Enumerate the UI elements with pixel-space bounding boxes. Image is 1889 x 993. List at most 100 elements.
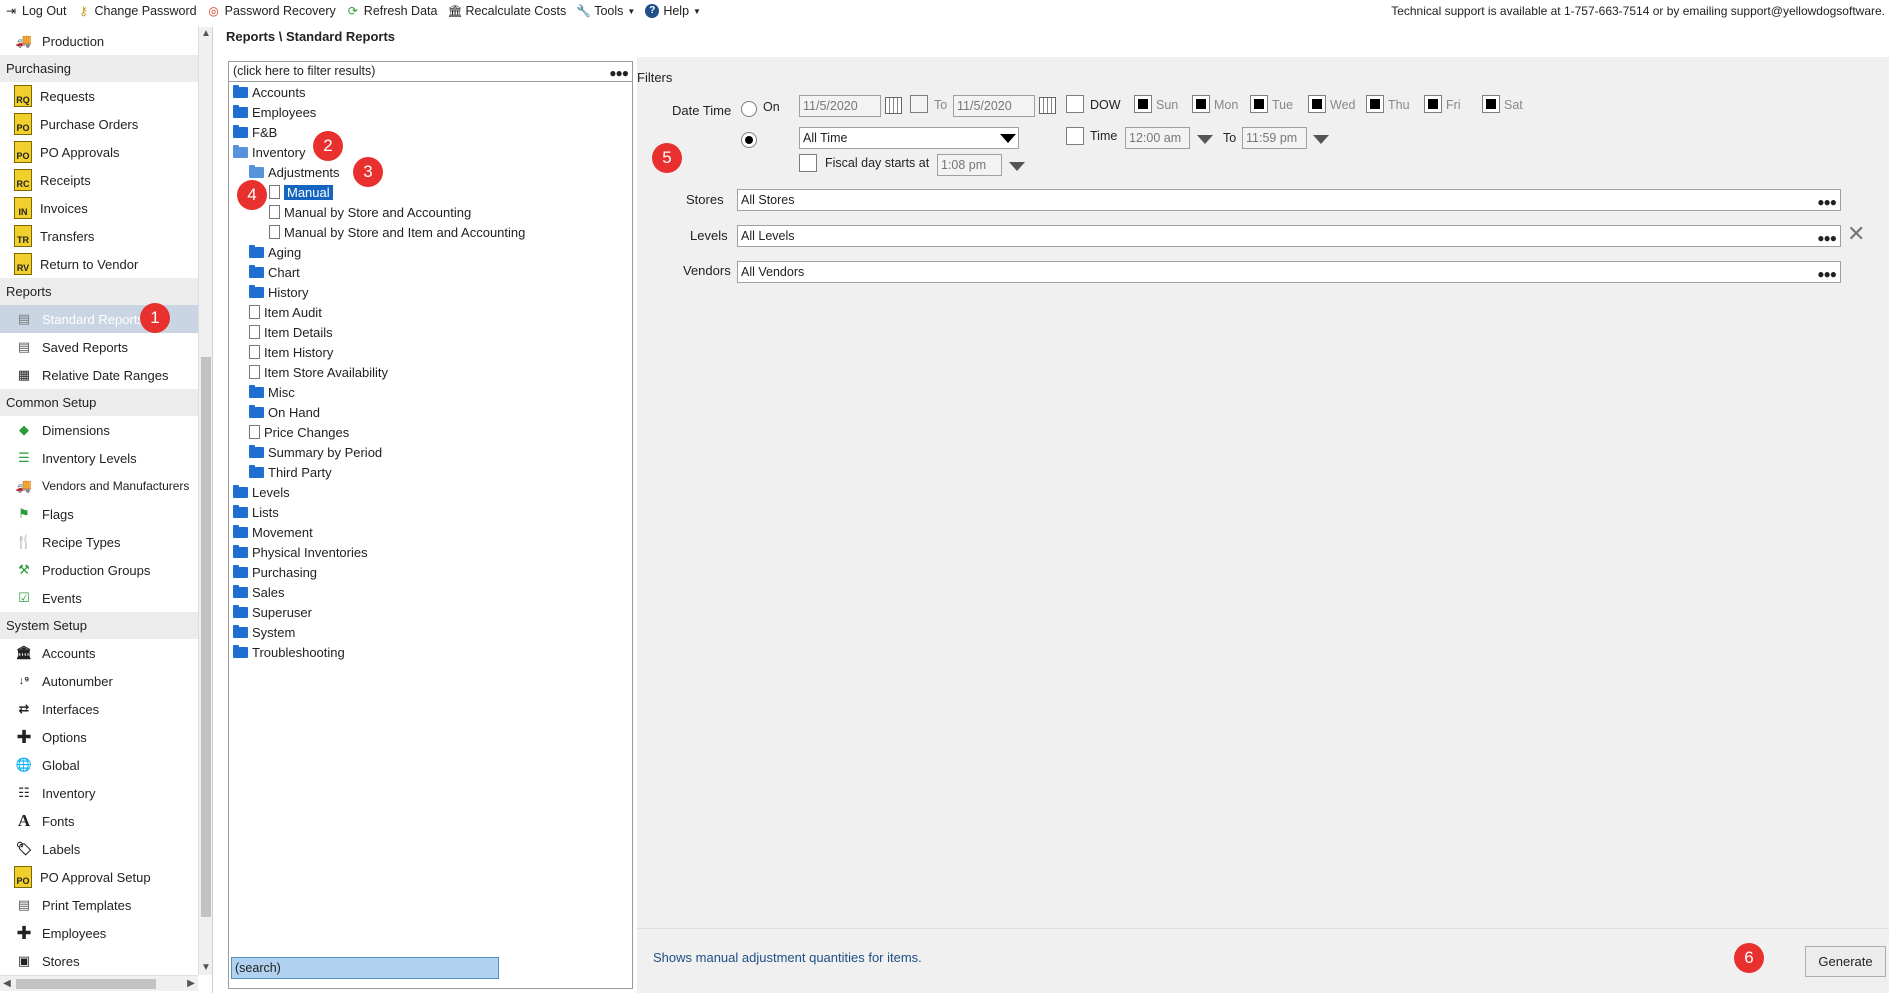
sidebar-item-relative-date-ranges[interactable]: ▦ Relative Date Ranges — [0, 361, 198, 389]
sidebar-item-employees[interactable]: ✚ Employees — [0, 919, 198, 947]
dow-day-checkbox[interactable] — [1366, 95, 1384, 113]
sidebar-item-recipe-types[interactable]: 🍴 Recipe Types — [0, 528, 198, 556]
date-range-radio[interactable] — [741, 132, 757, 148]
chevron-down-icon[interactable] — [1009, 162, 1025, 171]
tree-node[interactable]: Misc — [249, 382, 295, 402]
time-checkbox[interactable] — [1066, 127, 1084, 145]
tree-node[interactable]: On Hand — [249, 402, 320, 422]
dow-day-checkbox[interactable] — [1134, 95, 1152, 113]
sidebar-item-accounts[interactable]: 🏛 Accounts — [0, 639, 198, 667]
dow-day-checkbox[interactable] — [1192, 95, 1210, 113]
fiscal-time-input[interactable]: 1:08 pm — [937, 154, 1002, 176]
tree-node[interactable]: Levels — [233, 482, 290, 502]
sidebar-item-flags[interactable]: ⚑ Flags — [0, 500, 198, 528]
clear-levels-icon[interactable]: ✕ — [1847, 221, 1865, 247]
sidebar-item-events[interactable]: ☑ Events — [0, 584, 198, 612]
sidebar-item-purchase-orders[interactable]: PO Purchase Orders — [0, 110, 198, 138]
tree-node[interactable]: Summary by Period — [249, 442, 382, 462]
tree-node[interactable]: System — [233, 622, 295, 642]
tree-node[interactable]: Manual — [269, 182, 333, 202]
on-date-input[interactable]: 11/5/2020 — [799, 95, 881, 117]
sidebar-item-receipts[interactable]: RC Receipts — [0, 166, 198, 194]
sidebar-item-labels[interactable]: 🏷 Labels — [0, 835, 198, 863]
scrollbar-thumb[interactable] — [16, 979, 156, 989]
tree-node[interactable]: Physical Inventories — [233, 542, 368, 562]
tree-node[interactable]: Item Details — [249, 322, 333, 342]
sidebar-item-vendors[interactable]: 🚚 Vendors and Manufacturers — [0, 472, 198, 500]
tree-node[interactable]: Price Changes — [249, 422, 349, 442]
scrollbar-thumb[interactable] — [201, 357, 211, 917]
sidebar-item-invoices[interactable]: IN Invoices — [0, 194, 198, 222]
fiscal-day-checkbox[interactable] — [799, 154, 817, 172]
chevron-left-icon[interactable]: ◀ — [0, 976, 14, 992]
tree-node[interactable]: Item Audit — [249, 302, 322, 322]
sidebar-item-stores[interactable]: ▣ Stores — [0, 947, 198, 975]
sidebar-item-production-groups[interactable]: ⚒ Production Groups — [0, 556, 198, 584]
sidebar-item-po-approval-setup[interactable]: PO PO Approval Setup — [0, 863, 198, 891]
dow-day-checkbox[interactable] — [1424, 95, 1442, 113]
tree-node[interactable]: F&B — [233, 122, 277, 142]
tree-node[interactable]: Purchasing — [233, 562, 317, 582]
levels-input[interactable]: All Levels ●●● — [737, 225, 1841, 247]
change-password-button[interactable]: ⚷ Change Password — [76, 4, 197, 18]
sidebar-item-global[interactable]: 🌐 Global — [0, 751, 198, 779]
calendar-icon[interactable] — [885, 97, 902, 114]
sidebar-item-interfaces[interactable]: ⇄ Interfaces — [0, 695, 198, 723]
recalculate-costs-button[interactable]: 🏛 Recalculate Costs — [447, 4, 566, 18]
dow-day-checkbox[interactable] — [1482, 95, 1500, 113]
more-icon[interactable]: ●●● — [1817, 228, 1837, 248]
more-icon[interactable]: ●●● — [609, 64, 629, 83]
sidebar-item-dimensions[interactable]: ◆ Dimensions — [0, 416, 198, 444]
tree-node[interactable]: Manual by Store and Accounting — [269, 202, 471, 222]
sidebar-vertical-scrollbar[interactable]: ▲ ▼ — [198, 27, 212, 975]
sidebar-item-po-approvals[interactable]: PO PO Approvals — [0, 138, 198, 166]
more-icon[interactable]: ●●● — [1817, 192, 1837, 212]
tree-node[interactable]: Inventory — [233, 142, 305, 162]
sidebar-item-requests[interactable]: RQ Requests — [0, 82, 198, 110]
tree-node[interactable]: Aging — [249, 242, 301, 262]
dow-checkbox[interactable] — [1066, 95, 1084, 113]
vendors-input[interactable]: All Vendors ●●● — [737, 261, 1841, 283]
calendar-icon[interactable] — [1039, 97, 1056, 114]
tree-node[interactable]: Lists — [233, 502, 279, 522]
tree-node[interactable]: Manual by Store and Item and Accounting — [269, 222, 525, 242]
tree-node[interactable]: Third Party — [249, 462, 332, 482]
sidebar-item-print-templates[interactable]: ▤ Print Templates — [0, 891, 198, 919]
tree-filter-input[interactable]: (click here to filter results) ●●● — [229, 62, 632, 82]
tree-node[interactable]: Employees — [233, 102, 316, 122]
logout-button[interactable]: ⇥ Log Out — [4, 4, 67, 18]
date-on-radio[interactable] — [741, 101, 757, 117]
refresh-data-button[interactable]: ⟳ Refresh Data — [346, 4, 438, 18]
dow-day-checkbox[interactable] — [1308, 95, 1326, 113]
sidebar-item-return-to-vendor[interactable]: RV Return to Vendor — [0, 250, 198, 278]
tree-node[interactable]: Superuser — [233, 602, 312, 622]
sidebar-item-inventory[interactable]: ☷ Inventory — [0, 779, 198, 807]
tree-node[interactable]: Chart — [249, 262, 300, 282]
tree-node[interactable]: History — [249, 282, 308, 302]
chevron-down-icon[interactable]: ▼ — [199, 961, 212, 975]
sidebar-item-inventory-levels[interactable]: ☰ Inventory Levels — [0, 444, 198, 472]
sidebar-item-options[interactable]: ✚ Options — [0, 723, 198, 751]
tools-menu[interactable]: 🔧 Tools ▼ — [576, 4, 635, 18]
tree-search-input[interactable]: (search) — [231, 957, 499, 979]
chevron-down-icon[interactable] — [1197, 135, 1213, 144]
stores-input[interactable]: All Stores ●●● — [737, 189, 1841, 211]
tree-node[interactable]: Sales — [233, 582, 285, 602]
dow-day-checkbox[interactable] — [1250, 95, 1268, 113]
chevron-right-icon[interactable]: ▶ — [184, 976, 198, 992]
time-to-input[interactable]: 11:59 pm — [1242, 127, 1307, 149]
sidebar-item-transfers[interactable]: TR Transfers — [0, 222, 198, 250]
help-menu[interactable]: ? Help ▼ — [645, 4, 701, 18]
sidebar-horizontal-scrollbar[interactable]: ◀ ▶ — [0, 975, 198, 991]
password-recovery-button[interactable]: ◎ Password Recovery — [207, 4, 335, 18]
sidebar-item-saved-reports[interactable]: ▤ Saved Reports — [0, 333, 198, 361]
sidebar-item-production[interactable]: 🚚 Production — [0, 27, 198, 55]
tree-node[interactable]: Accounts — [233, 82, 305, 102]
tree-node[interactable]: Movement — [233, 522, 313, 542]
to-date-checkbox[interactable] — [910, 95, 928, 113]
more-icon[interactable]: ●●● — [1817, 264, 1837, 284]
tree-node[interactable]: Adjustments — [249, 162, 340, 182]
time-from-input[interactable]: 12:00 am — [1125, 127, 1190, 149]
tree-node[interactable]: Troubleshooting — [233, 642, 345, 662]
tree-node[interactable]: Item History — [249, 342, 333, 362]
